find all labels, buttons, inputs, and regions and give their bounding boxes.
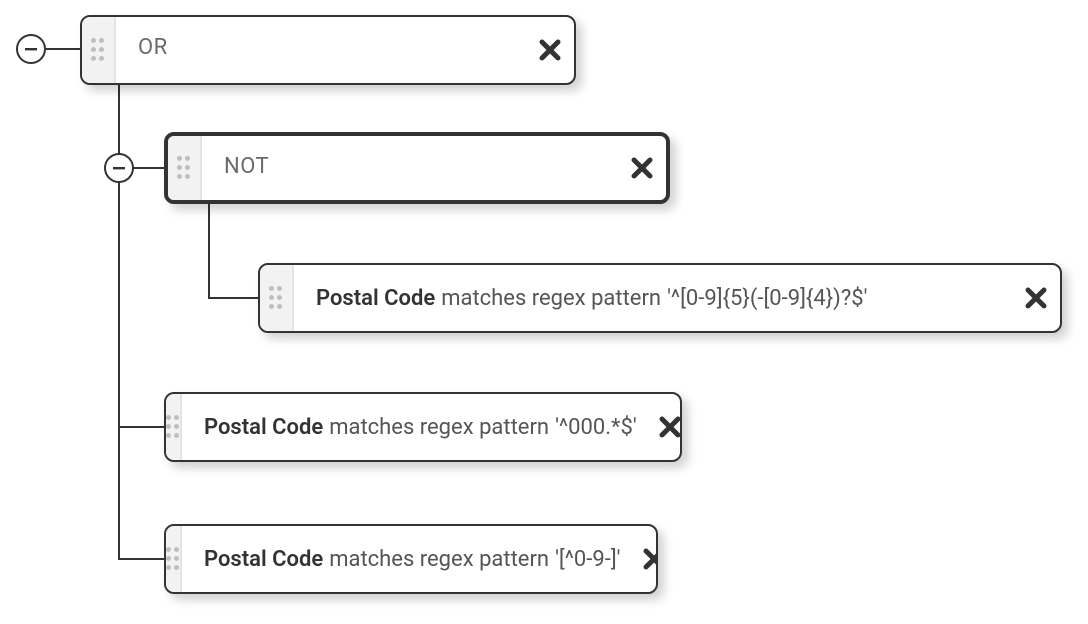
drag-handle-icon [177, 156, 191, 180]
remove-button[interactable] [526, 17, 574, 83]
connector [46, 48, 82, 50]
remove-button[interactable] [618, 136, 666, 200]
close-icon [659, 416, 681, 438]
operator-label: NOT [202, 136, 618, 200]
condition-label: Postal Code matches regex pattern '^000.… [182, 394, 659, 460]
operator-node-not[interactable]: NOT [164, 132, 670, 204]
condition-node[interactable]: Postal Code matches regex pattern '^000.… [164, 392, 682, 462]
drag-handle-icon [166, 415, 180, 439]
minus-icon [24, 42, 38, 56]
condition-label: Postal Code matches regex pattern '[^0-9… [182, 526, 643, 592]
close-icon [631, 157, 653, 179]
condition-value: '^[0-9]{5}(-[0-9]{4})?$' [667, 286, 867, 311]
condition-field: Postal Code [204, 415, 323, 440]
connector [118, 558, 164, 560]
condition-relation: matches regex pattern [329, 415, 549, 440]
close-icon [1025, 287, 1047, 309]
remove-button[interactable] [659, 394, 681, 460]
remove-button[interactable] [1012, 265, 1060, 331]
condition-node[interactable]: Postal Code matches regex pattern '^[0-9… [258, 263, 1062, 333]
connector [118, 426, 164, 428]
operator-label: OR [116, 17, 526, 83]
close-icon [539, 39, 561, 61]
rule-tree: OR NOT Postal Code matches regex pattern… [0, 0, 1088, 624]
condition-relation: matches regex pattern [329, 547, 549, 572]
condition-value: '[^0-9-]' [555, 547, 620, 572]
collapse-toggle-not[interactable] [104, 153, 134, 183]
drag-handle[interactable] [168, 136, 202, 200]
drag-handle-icon [91, 38, 105, 62]
drag-handle-icon [269, 286, 283, 310]
drag-handle-icon [166, 547, 180, 571]
condition-value: '^000.*$' [555, 415, 637, 440]
condition-field: Postal Code [316, 286, 435, 311]
condition-field: Postal Code [204, 547, 323, 572]
drag-handle[interactable] [166, 526, 182, 592]
operator-node-or[interactable]: OR [80, 15, 576, 85]
minus-icon [112, 161, 126, 175]
condition-label: Postal Code matches regex pattern '^[0-9… [294, 265, 1012, 331]
condition-node[interactable]: Postal Code matches regex pattern '[^0-9… [164, 524, 658, 594]
drag-handle[interactable] [82, 17, 116, 83]
condition-relation: matches regex pattern [441, 286, 661, 311]
drag-handle[interactable] [260, 265, 294, 331]
remove-button[interactable] [643, 526, 658, 592]
drag-handle[interactable] [166, 394, 182, 460]
close-icon [643, 548, 658, 570]
connector [208, 297, 260, 299]
collapse-toggle-root[interactable] [16, 34, 46, 64]
connector [208, 204, 210, 299]
